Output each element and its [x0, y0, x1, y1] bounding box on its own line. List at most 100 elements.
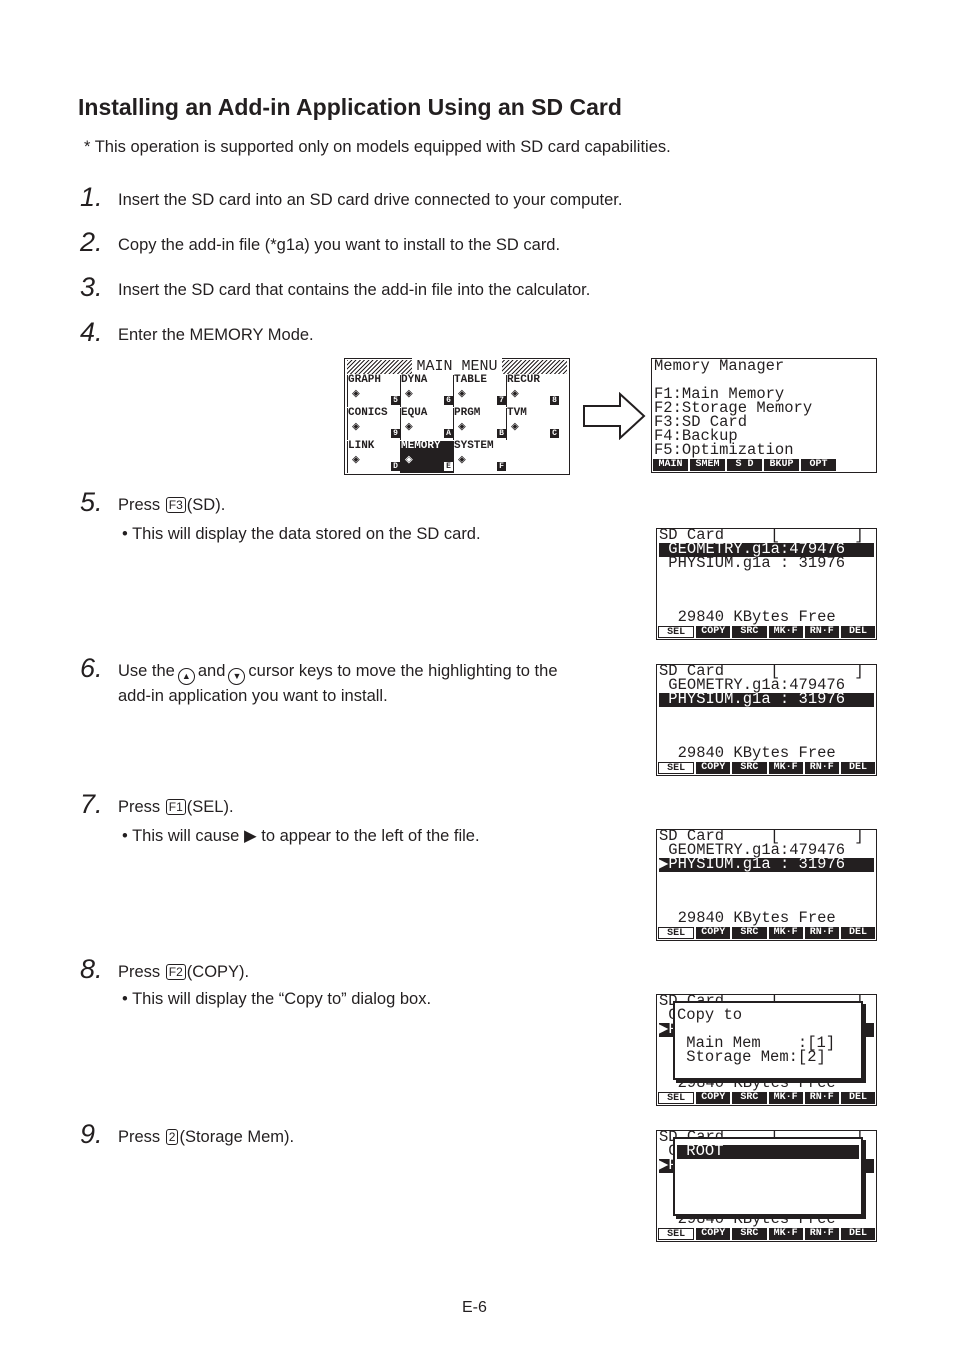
menu-icon-link: LINK ◈ D	[347, 441, 400, 473]
dialog-option: Storage Mem:[2]	[677, 1048, 826, 1066]
fkey: COPY	[696, 927, 731, 939]
sd-card-screen: SD Card [ ] GEOMETRY.g1a:479476 PHYSIUM.…	[656, 664, 877, 776]
fkey: MK·F	[768, 1228, 803, 1240]
table-icon: ◈	[458, 386, 466, 401]
menu-letter: 8	[550, 396, 559, 405]
fkey: DEL	[840, 1092, 876, 1104]
note: * This operation is supported only on mo…	[84, 138, 671, 156]
menu-label: TVM	[507, 407, 527, 419]
cursor-up-icon: ▲	[177, 668, 195, 685]
fkey: DEL	[840, 626, 876, 638]
step-number: 2.	[80, 227, 103, 257]
f2-key: F2	[165, 964, 186, 980]
fkey: DEL	[840, 762, 876, 774]
menu-letter: D	[391, 462, 400, 471]
folder-item: ROOT	[677, 1143, 859, 1159]
step-number: 3.	[80, 272, 103, 302]
step-text: Use the ▲ and ▼ cursor keys to move the high…	[118, 662, 558, 705]
step-number: 4.	[80, 317, 103, 347]
step-text: Copy the add-in file (*g1a) you want to …	[118, 236, 561, 254]
menu-icon-memory: MEMORY ◈ E	[400, 441, 453, 473]
system-icon: ◈	[458, 452, 466, 467]
f1-key: F1	[165, 799, 186, 815]
menu-label: TABLE	[454, 374, 488, 386]
fkey: SEL	[658, 1092, 695, 1104]
main-menu-title: MAIN MENU	[412, 358, 502, 375]
bullet: • This will display the data stored on t…	[122, 525, 481, 543]
fkey: OPT	[801, 459, 836, 471]
dialog-title: Copy to	[677, 1006, 743, 1024]
arrow-right-icon	[583, 392, 646, 440]
fkey: MK·F	[768, 762, 803, 774]
bullet: • This will display the “Copy to” dialog…	[122, 990, 432, 1008]
bullet: • This will cause ▶ to appear to the lef…	[122, 827, 480, 845]
fkey: SRC	[732, 1092, 767, 1104]
menu-letter: B	[497, 429, 506, 438]
manual-page: Installing an Add-in Application Using a…	[0, 0, 954, 1354]
page-title: Installing an Add-in Application Using a…	[78, 94, 622, 120]
key-2: 2	[165, 1129, 179, 1145]
menu-label: SYSTEM	[454, 440, 494, 452]
menu-icon-tvm: TVM ◈ C	[506, 408, 559, 440]
step-text: Press F1 (SEL).	[118, 798, 234, 816]
menu-letter: C	[550, 429, 559, 438]
fkey: COPY	[696, 762, 731, 774]
fkey: SRC	[732, 762, 767, 774]
menu-letter: 9	[391, 429, 400, 438]
menu-letter: F	[497, 462, 506, 471]
conics-icon: ◈	[352, 419, 360, 434]
menu-label: CONICS	[348, 407, 388, 419]
free-space: 29840 KBytes Free	[659, 909, 836, 927]
fkey: RN·F	[804, 762, 839, 774]
menu-icon-conics: CONICS ◈ 9	[347, 408, 400, 440]
fkey: DEL	[840, 1228, 876, 1240]
menu-label: EQUA	[401, 407, 428, 419]
step-number: 8.	[80, 954, 103, 984]
step-text: Press F3 (SD).	[118, 496, 226, 514]
cursor-down-icon: ▼	[228, 668, 246, 685]
fkey: COPY	[696, 1092, 731, 1104]
menu-label: PRGM	[454, 407, 481, 419]
step-text: Enter the MEMORY Mode.	[118, 326, 314, 344]
menu-icon-graph: GRAPH ◈ 5	[347, 375, 400, 407]
triangle-right-icon: ▶	[243, 827, 257, 845]
menu-icon-dyna: DYNA ◈ 6	[400, 375, 453, 407]
fkey: MK·F	[768, 626, 803, 638]
sd-card-screen: SD Card [ ] GEOMETRY.g1a:479476▶PHYSIUM.…	[656, 1130, 877, 1242]
step-number: 1.	[80, 182, 103, 212]
dyna-icon: ◈	[405, 386, 413, 401]
copy-to-dialog: Copy to Main Mem :[1] Storage Mem:[2]	[673, 1001, 863, 1080]
file-row: PHYSIUM.g1a : 31976	[659, 691, 874, 707]
menu-label: GRAPH	[348, 374, 382, 386]
menu-icon-table: TABLE ◈ 7	[453, 375, 506, 407]
fkey: SEL	[658, 927, 695, 939]
menu-letter: E	[444, 462, 453, 471]
fkey: BKUP	[764, 459, 799, 471]
fkey: SEL	[658, 626, 695, 638]
menu-label: RECUR	[507, 374, 541, 386]
recur-icon: ◈	[511, 386, 519, 401]
step-number: 5.	[80, 487, 103, 517]
fkey: RN·F	[804, 1228, 839, 1240]
free-space: 29840 KBytes Free	[659, 744, 836, 762]
screen-title: Memory Manager	[654, 358, 785, 375]
fkey: SRC	[732, 927, 767, 939]
fkey: RN·F	[804, 927, 839, 939]
link-icon: ◈	[352, 452, 360, 467]
step-text: Press 2 (Storage Mem).	[118, 1128, 295, 1146]
fkey: MK·F	[768, 927, 803, 939]
fkey: S D	[727, 459, 762, 471]
sd-card-screen: SD Card [ ] GEOMETRY.g1a:479476 PHYSIUM.…	[656, 528, 877, 640]
menu-icon-equa: EQUA ◈ A	[400, 408, 453, 440]
menu-letter: A	[444, 429, 453, 438]
menu-item: F5:Optimization	[654, 441, 794, 459]
menu-label: DYNA	[401, 374, 428, 386]
menu-label: LINK	[348, 440, 375, 452]
file-row: PHYSIUM.g1a : 31976	[659, 554, 846, 572]
fkey: COPY	[696, 626, 731, 638]
file-row: ▶PHYSIUM.g1a : 31976	[659, 856, 874, 872]
fkey: COPY	[696, 1228, 731, 1240]
graph-icon: ◈	[352, 386, 360, 401]
prgm-icon: ◈	[458, 419, 466, 434]
menu-icon-system: SYSTEM ◈ F	[453, 441, 506, 473]
